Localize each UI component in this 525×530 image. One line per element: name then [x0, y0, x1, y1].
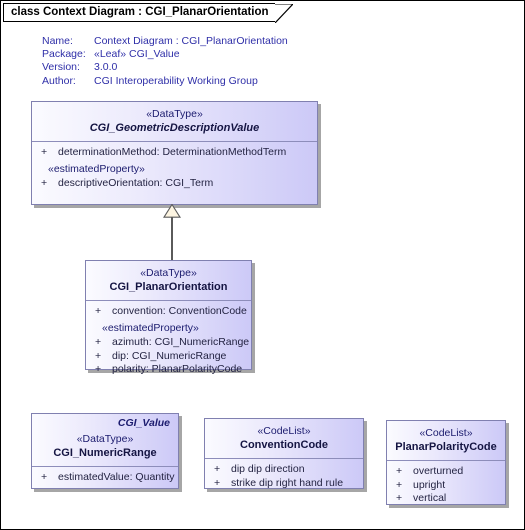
attribute-group-label: «estimatedProperty»: [32, 163, 317, 177]
attribute-row[interactable]: + convention: ConventionCode: [86, 305, 251, 319]
attribute-text: strike dip right hand rule: [231, 476, 344, 489]
attribute-group-label: «estimatedProperty»: [86, 322, 251, 336]
attribute-text: overturned: [413, 465, 464, 477]
class-cgi-planar-orientation[interactable]: «DataType» CGI_PlanarOrientation + conve…: [85, 260, 252, 375]
class-name: ConventionCode: [240, 438, 328, 451]
metadata-row: Version: 3.0.0: [42, 61, 288, 74]
attribute-row[interactable]: + polarity: PlanarPolarityCode: [86, 363, 251, 377]
attribute-text: convention: ConventionCode: [112, 305, 247, 317]
metadata-value: CGI Interoperability Working Group: [94, 74, 258, 87]
class-stereotype: «CodeList»: [419, 427, 473, 439]
class-stereotype: «DataType»: [140, 267, 197, 279]
metadata-value: 3.0.0: [94, 61, 118, 74]
attribute-visibility: +: [95, 363, 102, 376]
attributes-compartment: + dip dip direction + strike dip right h…: [205, 459, 363, 496]
class-header: «CodeList» PlanarPolarityCode: [387, 421, 505, 460]
class-stereotype: «DataType»: [146, 108, 203, 120]
class-header: «DataType» CGI_PlanarOrientation: [86, 261, 251, 300]
diagram-frame-tab: class Context Diagram : CGI_PlanarOrient…: [3, 3, 293, 23]
attribute-row[interactable]: + dip: CGI_NumericRange: [86, 350, 251, 364]
attribute-row[interactable]: + azimuth: CGI_NumericRange: [86, 336, 251, 350]
class-header: «DataType» CGI_GeometricDescriptionValue: [32, 102, 317, 141]
attribute-text: determinationMethod: DeterminationMethod…: [58, 146, 287, 158]
attribute-text: vertical: [413, 492, 447, 505]
attribute-row[interactable]: + overturned: [387, 465, 505, 479]
attribute-text: «estimatedProperty»: [102, 321, 199, 334]
attributes-compartment: + estimatedValue: Quantity: [32, 467, 178, 491]
class-planar-polarity-code[interactable]: «CodeList» PlanarPolarityCode + overturn…: [386, 420, 506, 505]
class-name: CGI_GeometricDescriptionValue: [89, 121, 260, 134]
attribute-visibility: +: [396, 478, 403, 491]
attribute-visibility: +: [95, 349, 102, 362]
attribute-visibility: +: [95, 336, 102, 349]
generalization-line: [171, 217, 173, 260]
metadata-row: Name: Context Diagram : CGI_PlanarOrient…: [42, 35, 288, 48]
class-name: CGI_PlanarOrientation: [109, 280, 228, 293]
attribute-text: azimuth: CGI_NumericRange: [112, 336, 250, 349]
class-convention-code[interactable]: «CodeList» ConventionCode + dip dip dire…: [204, 418, 364, 489]
class-package-label: CGI_Value: [117, 417, 170, 429]
attribute-visibility: +: [214, 476, 221, 489]
metadata-row: Author: CGI Interoperability Working Gro…: [42, 75, 288, 88]
attribute-row[interactable]: + dip dip direction: [205, 463, 363, 477]
diagram-title: class Context Diagram : CGI_PlanarOrient…: [11, 5, 269, 18]
diagram-metadata: Name: Context Diagram : CGI_PlanarOrient…: [42, 35, 288, 88]
metadata-value: Context Diagram : CGI_PlanarOrientation: [94, 35, 288, 47]
attribute-text: polarity: PlanarPolarityCode: [112, 363, 243, 376]
attributes-compartment: + determinationMethod: DeterminationMeth…: [32, 142, 317, 197]
tab-notch-icon: [274, 4, 293, 23]
generalization-triangle-icon: [163, 204, 181, 218]
class-header: CGI_Value «DataType» CGI_NumericRange: [32, 414, 178, 466]
attributes-compartment: + overturned + upright + vertical: [387, 461, 505, 512]
attribute-text: «estimatedProperty»: [48, 162, 145, 175]
attribute-text: dip: CGI_NumericRange: [112, 349, 227, 362]
attribute-row[interactable]: + determinationMethod: DeterminationMeth…: [32, 146, 317, 160]
attribute-visibility: +: [214, 463, 221, 475]
metadata-row: Package: «Leaf» CGI_Value: [42, 48, 288, 61]
attribute-row[interactable]: + vertical: [387, 492, 505, 506]
class-cgi-numeric-range[interactable]: CGI_Value «DataType» CGI_NumericRange + …: [31, 413, 179, 489]
attribute-text: upright: [413, 478, 446, 491]
metadata-key: Name:: [42, 35, 73, 47]
metadata-value: «Leaf» CGI_Value: [94, 48, 180, 61]
diagram-canvas: class Context Diagram : CGI_PlanarOrient…: [0, 0, 525, 530]
attribute-row[interactable]: + descriptiveOrientation: CGI_Term: [32, 177, 317, 191]
attribute-text: estimatedValue: Quantity: [58, 471, 175, 483]
attribute-visibility: +: [41, 177, 48, 190]
attribute-visibility: +: [41, 146, 48, 158]
attribute-row[interactable]: + strike dip right hand rule: [205, 477, 363, 491]
class-stereotype: «CodeList»: [257, 425, 311, 437]
attribute-visibility: +: [396, 492, 403, 505]
class-cgi-geometric-description-value[interactable]: «DataType» CGI_GeometricDescriptionValue…: [31, 101, 318, 205]
attribute-text: dip dip direction: [231, 463, 305, 475]
attribute-visibility: +: [396, 465, 403, 477]
class-header: «CodeList» ConventionCode: [205, 419, 363, 458]
class-name: PlanarPolarityCode: [395, 440, 497, 453]
class-stereotype: «DataType»: [76, 433, 134, 445]
attributes-compartment: + convention: ConventionCode «estimatedP…: [86, 301, 251, 383]
class-name: CGI_NumericRange: [53, 446, 157, 459]
attribute-visibility: +: [95, 305, 102, 317]
attribute-row[interactable]: + upright: [387, 479, 505, 493]
attribute-text: descriptiveOrientation: CGI_Term: [58, 177, 214, 190]
metadata-key: Version:: [42, 61, 80, 74]
metadata-key: Author:: [42, 74, 76, 87]
attribute-visibility: +: [41, 471, 48, 483]
metadata-key: Package:: [42, 48, 86, 61]
attribute-row[interactable]: + estimatedValue: Quantity: [32, 471, 178, 485]
diagram-frame-tab-body: class Context Diagram : CGI_PlanarOrient…: [3, 3, 293, 23]
